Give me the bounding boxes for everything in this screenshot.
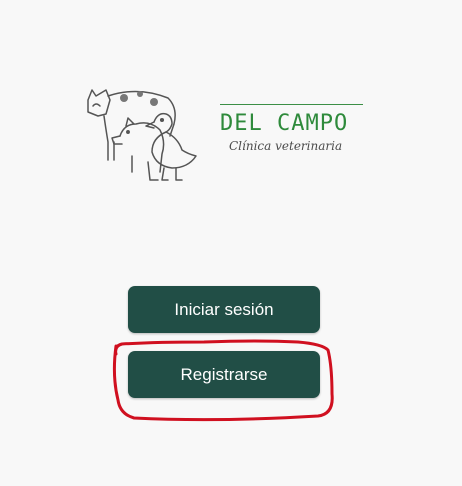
brand-tagline: Clínica veterinaria: [229, 139, 343, 153]
register-button[interactable]: Registrarse: [128, 351, 320, 398]
login-button[interactable]: Iniciar sesión: [128, 286, 320, 333]
clinic-logo: DEL CAMPO Clínica veterinaria: [78, 72, 378, 192]
brand-block: DEL CAMPO Clínica veterinaria: [220, 104, 370, 153]
brand-name: DEL CAMPO: [220, 111, 349, 136]
farm-animals-logo-icon: [87, 89, 197, 181]
brand-divider: [220, 104, 363, 105]
